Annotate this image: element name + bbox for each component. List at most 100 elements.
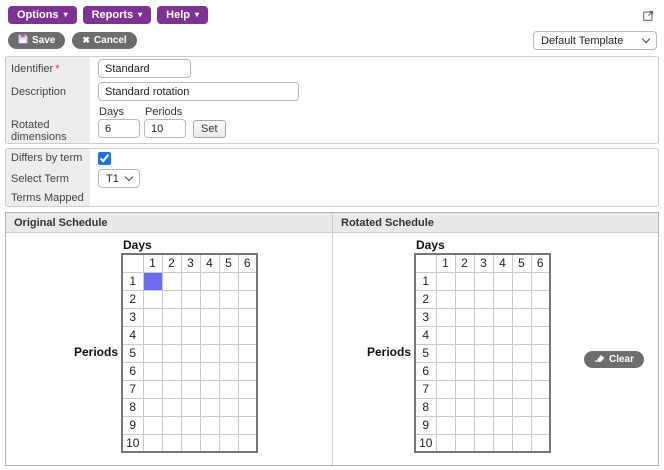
- schedule-cell[interactable]: [473, 289, 494, 309]
- schedule-cell[interactable]: [473, 271, 494, 291]
- schedule-cell[interactable]: [454, 307, 475, 327]
- schedule-cell[interactable]: [530, 307, 551, 327]
- schedule-cell[interactable]: [237, 271, 258, 291]
- description-input[interactable]: [98, 82, 299, 101]
- template-select[interactable]: Default Template: [533, 31, 657, 50]
- schedule-cell[interactable]: [161, 361, 182, 381]
- schedule-cell[interactable]: [142, 433, 163, 453]
- schedule-cell[interactable]: [473, 415, 494, 435]
- schedule-cell[interactable]: [199, 397, 220, 417]
- schedule-cell[interactable]: [237, 415, 258, 435]
- schedule-cell[interactable]: [454, 415, 475, 435]
- schedule-cell[interactable]: [161, 379, 182, 399]
- schedule-cell[interactable]: [237, 379, 258, 399]
- schedule-cell[interactable]: [142, 343, 163, 363]
- schedule-cell[interactable]: [161, 433, 182, 453]
- schedule-cell[interactable]: [435, 343, 456, 363]
- schedule-cell[interactable]: [218, 289, 239, 309]
- schedule-cell[interactable]: [237, 397, 258, 417]
- set-button[interactable]: Set: [193, 119, 226, 138]
- schedule-cell[interactable]: [199, 433, 220, 453]
- schedule-cell[interactable]: [511, 289, 532, 309]
- schedule-cell[interactable]: [435, 379, 456, 399]
- schedule-cell[interactable]: [435, 433, 456, 453]
- schedule-cell[interactable]: [180, 415, 201, 435]
- schedule-cell[interactable]: [473, 361, 494, 381]
- schedule-cell[interactable]: [435, 397, 456, 417]
- schedule-cell[interactable]: [180, 343, 201, 363]
- schedule-cell[interactable]: [180, 271, 201, 291]
- schedule-cell[interactable]: [218, 307, 239, 327]
- schedule-cell[interactable]: [218, 343, 239, 363]
- schedule-cell[interactable]: [454, 289, 475, 309]
- schedule-cell[interactable]: [435, 415, 456, 435]
- schedule-cell[interactable]: [492, 325, 513, 345]
- schedule-cell[interactable]: [530, 433, 551, 453]
- schedule-cell[interactable]: [530, 379, 551, 399]
- reports-menu-button[interactable]: Reports ▾: [82, 6, 152, 24]
- schedule-cell[interactable]: [161, 325, 182, 345]
- schedule-cell[interactable]: [492, 271, 513, 291]
- schedule-cell[interactable]: [237, 361, 258, 381]
- term-select[interactable]: T1: [98, 169, 140, 188]
- popout-icon[interactable]: [643, 10, 654, 21]
- schedule-cell[interactable]: [435, 307, 456, 327]
- schedule-cell[interactable]: [142, 415, 163, 435]
- schedule-cell[interactable]: [435, 361, 456, 381]
- schedule-cell[interactable]: [218, 379, 239, 399]
- schedule-cell[interactable]: [218, 433, 239, 453]
- clear-button[interactable]: Clear: [583, 351, 644, 368]
- schedule-cell[interactable]: [180, 379, 201, 399]
- schedule-cell[interactable]: [473, 433, 494, 453]
- schedule-cell[interactable]: [237, 289, 258, 309]
- schedule-cell[interactable]: [511, 361, 532, 381]
- schedule-cell[interactable]: [511, 415, 532, 435]
- schedule-cell[interactable]: [161, 271, 182, 291]
- schedule-cell[interactable]: [511, 433, 532, 453]
- schedule-cell[interactable]: [530, 415, 551, 435]
- schedule-cell[interactable]: [454, 397, 475, 417]
- schedule-cell[interactable]: [530, 361, 551, 381]
- schedule-cell[interactable]: [511, 343, 532, 363]
- schedule-cell[interactable]: [454, 361, 475, 381]
- schedule-cell[interactable]: [530, 271, 551, 291]
- schedule-cell[interactable]: [492, 307, 513, 327]
- schedule-cell[interactable]: [454, 343, 475, 363]
- schedule-cell[interactable]: [492, 415, 513, 435]
- schedule-cell[interactable]: [180, 361, 201, 381]
- schedule-cell[interactable]: [142, 325, 163, 345]
- schedule-cell[interactable]: [218, 325, 239, 345]
- schedule-cell[interactable]: [237, 325, 258, 345]
- schedule-cell[interactable]: [492, 397, 513, 417]
- schedule-cell[interactable]: [454, 433, 475, 453]
- schedule-cell[interactable]: [530, 397, 551, 417]
- schedule-cell[interactable]: [161, 343, 182, 363]
- schedule-cell[interactable]: [454, 379, 475, 399]
- schedule-cell[interactable]: [161, 415, 182, 435]
- cancel-button[interactable]: ✖ Cancel: [72, 32, 137, 49]
- schedule-cell[interactable]: [435, 325, 456, 345]
- schedule-cell[interactable]: [473, 343, 494, 363]
- schedule-cell[interactable]: [180, 433, 201, 453]
- schedule-cell[interactable]: [492, 379, 513, 399]
- schedule-cell[interactable]: [473, 397, 494, 417]
- schedule-cell[interactable]: [492, 433, 513, 453]
- schedule-cell[interactable]: [180, 307, 201, 327]
- schedule-cell[interactable]: [180, 325, 201, 345]
- schedule-cell[interactable]: [511, 379, 532, 399]
- schedule-cell[interactable]: [142, 397, 163, 417]
- schedule-cell[interactable]: [237, 343, 258, 363]
- schedule-cell[interactable]: [142, 361, 163, 381]
- schedule-cell[interactable]: [142, 289, 163, 309]
- schedule-cell[interactable]: [530, 343, 551, 363]
- schedule-cell[interactable]: [161, 307, 182, 327]
- days-input[interactable]: [98, 119, 140, 138]
- schedule-cell[interactable]: [199, 415, 220, 435]
- differs-by-term-checkbox[interactable]: [98, 152, 111, 165]
- save-button[interactable]: Save: [8, 32, 66, 49]
- schedule-cell[interactable]: [142, 307, 163, 327]
- identifier-input[interactable]: [98, 59, 191, 78]
- schedule-cell[interactable]: [435, 289, 456, 309]
- schedule-cell[interactable]: [180, 289, 201, 309]
- schedule-cell[interactable]: [199, 361, 220, 381]
